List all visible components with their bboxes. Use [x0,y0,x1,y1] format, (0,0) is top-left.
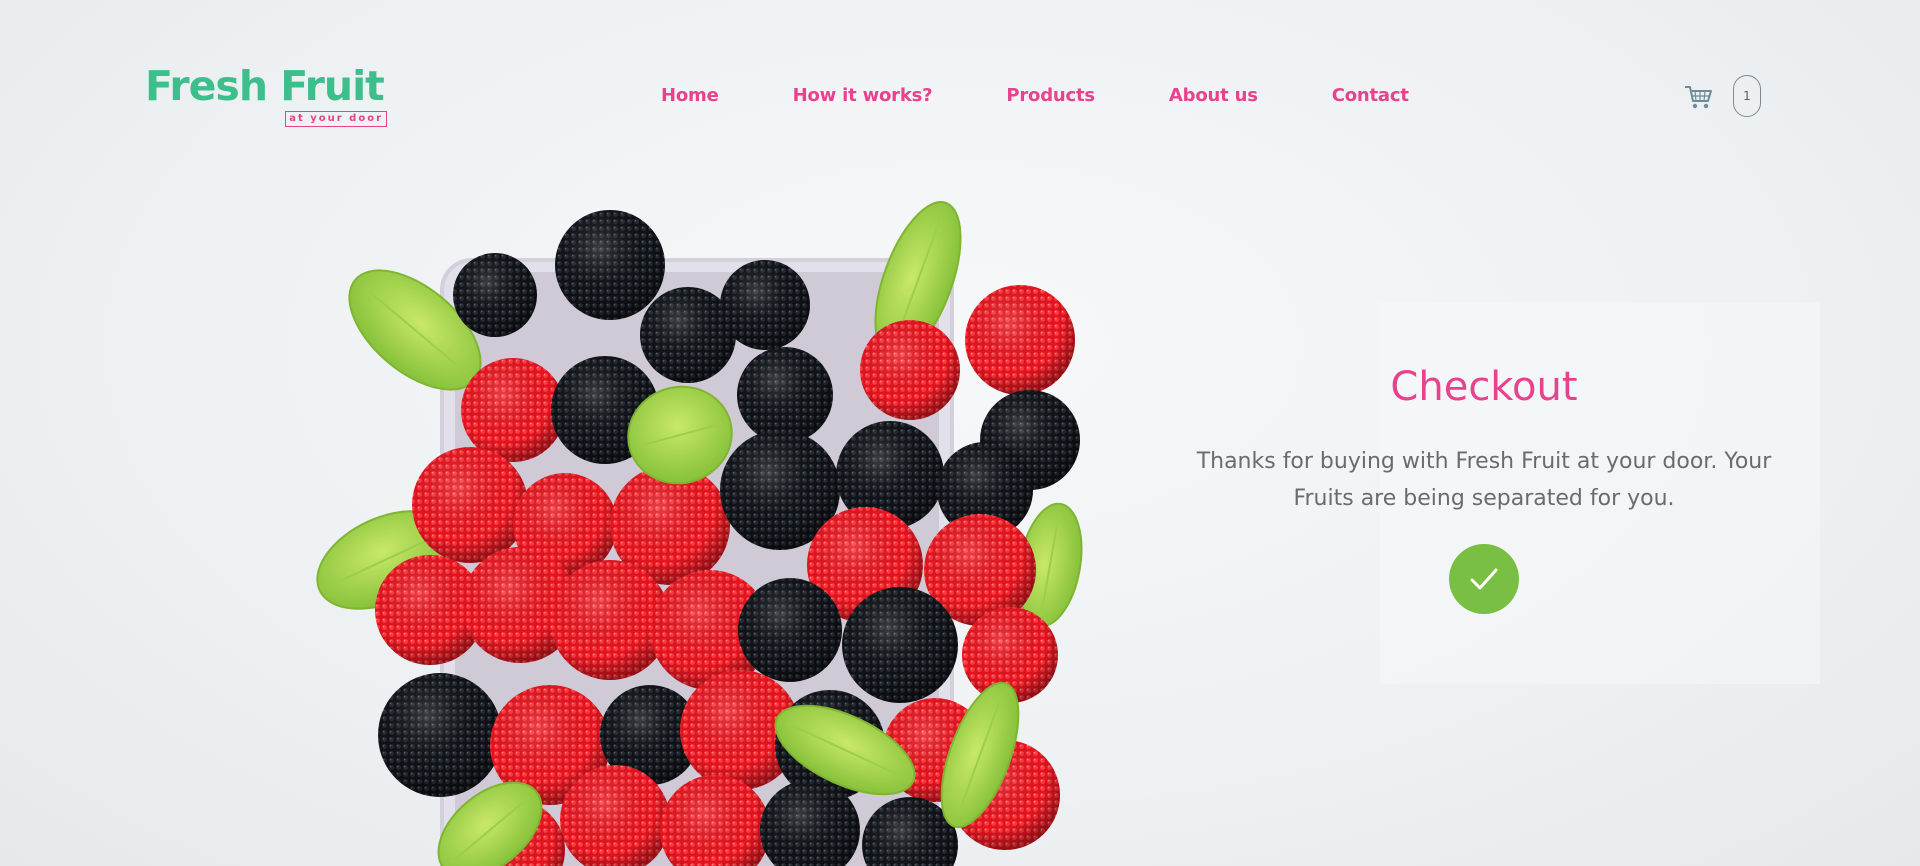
page: Fresh Fruit at your door Home How it wor… [0,0,1920,866]
nav-how-it-works[interactable]: How it works? [793,85,933,106]
main-nav: Home How it works? Products About us Con… [661,85,1409,106]
logo-tagline: at your door [285,111,387,127]
nav-home[interactable]: Home [661,85,719,106]
checkout-message: Thanks for buying with Fresh Fruit at yo… [1196,449,1772,511]
checkout-title: Checkout [1390,364,1578,410]
nav-about-us[interactable]: About us [1169,85,1258,106]
logo-title: Fresh Fruit [145,62,385,110]
nav-contact[interactable]: Contact [1332,85,1409,106]
logo[interactable]: Fresh Fruit at your door [145,62,387,132]
cart-icon[interactable] [1683,82,1713,112]
hero-berries-image [290,190,1110,866]
cart-count-badge[interactable]: 1 [1733,75,1761,117]
check-icon [1449,544,1519,614]
nav-products[interactable]: Products [1006,85,1095,106]
